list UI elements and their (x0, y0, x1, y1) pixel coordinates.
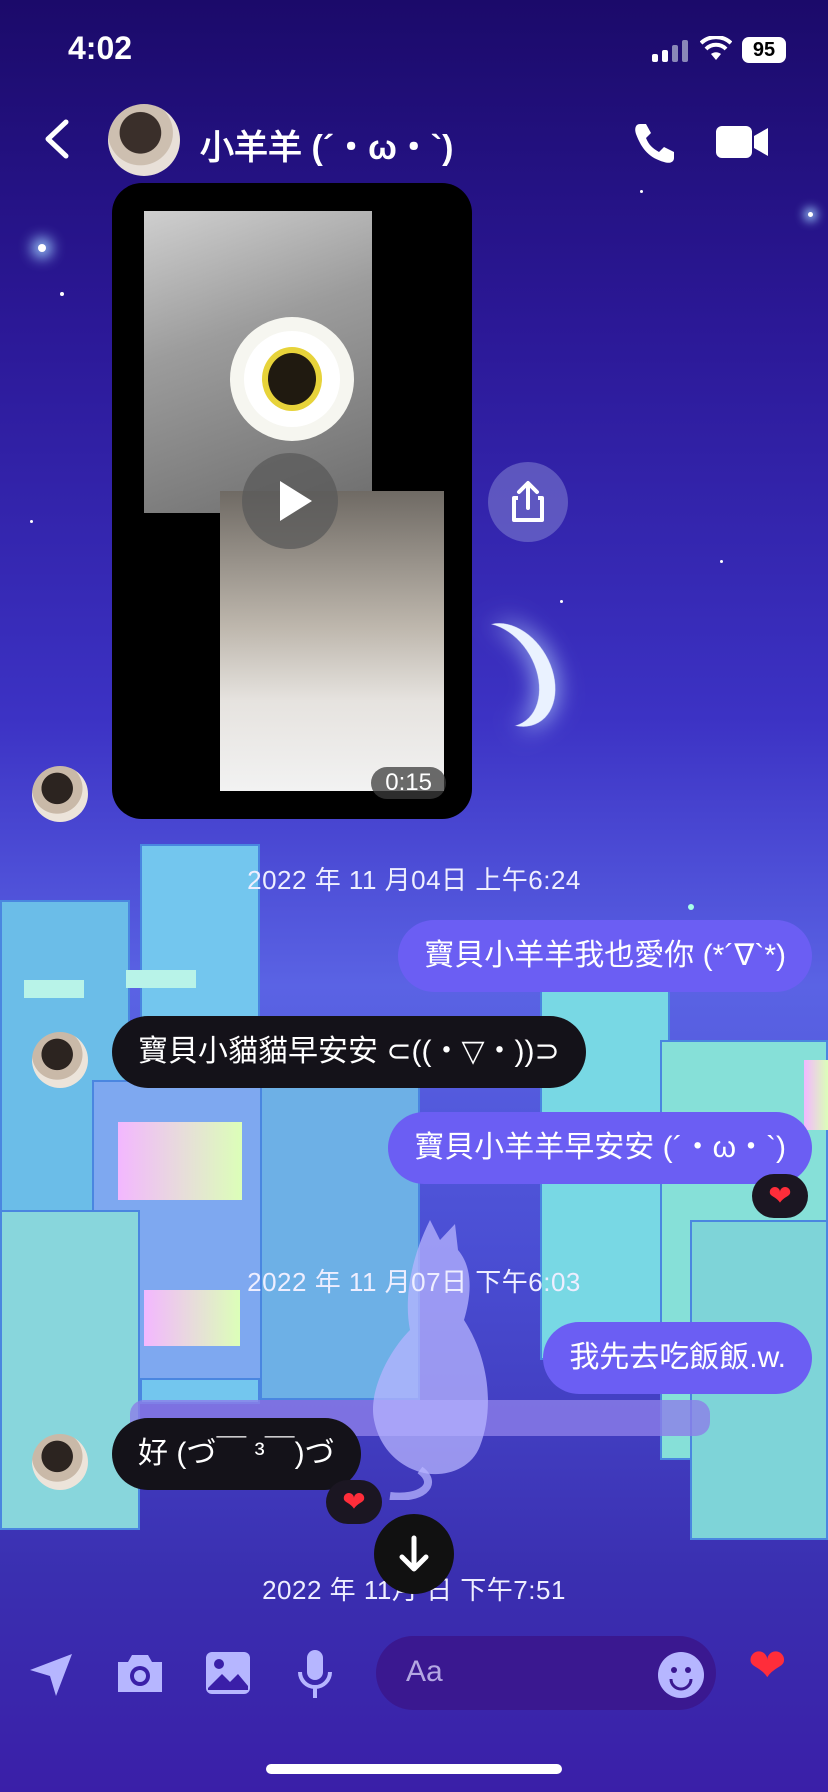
video-call-icon[interactable] (716, 124, 770, 160)
heart-reaction[interactable]: ❤ (752, 1174, 808, 1218)
message-composer: Aa ❤ (0, 1620, 828, 1740)
share-icon (512, 481, 544, 522)
outgoing-message[interactable]: 我先去吃飯飯.w. (543, 1322, 812, 1394)
video-message[interactable]: 0:15 (112, 183, 472, 819)
message-input-placeholder: Aa (406, 1655, 443, 1688)
contact-name[interactable]: 小羊羊 (´・ω・`) (200, 120, 453, 169)
video-thumbnail-bottom (220, 491, 444, 791)
camera-icon[interactable] (114, 1652, 166, 1696)
outgoing-message[interactable]: 寶貝小羊羊我也愛你 (*´∇`*) (398, 920, 812, 992)
sender-avatar[interactable] (32, 1434, 88, 1490)
status-bar: 4:02 95 (0, 0, 828, 100)
chat-header: 小羊羊 (´・ω・`) (0, 100, 828, 180)
outgoing-message[interactable]: 寶貝小羊羊早安安 (´・ω・`) (388, 1112, 812, 1184)
sender-avatar[interactable] (32, 766, 88, 822)
location-arrow-icon[interactable] (26, 1650, 76, 1700)
status-time: 4:02 (68, 30, 133, 66)
message-timestamp: 2022 年 11 月04日 上午6:24 (247, 865, 581, 895)
message-timestamp: 2022 年 11 月07日 下午6:03 (247, 1267, 581, 1297)
cellular-signal-icon (652, 40, 688, 62)
play-icon[interactable] (242, 453, 338, 549)
arrow-down-icon (399, 1535, 429, 1572)
home-indicator (266, 1764, 562, 1774)
photo-gallery-icon[interactable] (204, 1650, 252, 1696)
contact-avatar[interactable] (108, 104, 180, 176)
message-input[interactable]: Aa (376, 1636, 716, 1710)
scroll-to-bottom-button[interactable] (374, 1514, 454, 1594)
incoming-message[interactable]: 好 (づ￣ ³￣)づ (112, 1418, 361, 1490)
incoming-message[interactable]: 寶貝小貓貓早安安 ⊂((・▽・))⊃ (112, 1016, 586, 1088)
share-button[interactable] (488, 462, 568, 542)
emoji-icon[interactable] (658, 1652, 704, 1698)
phone-call-icon[interactable] (632, 120, 678, 166)
microphone-icon[interactable] (296, 1648, 334, 1700)
battery-indicator: 95 (742, 37, 786, 63)
sender-avatar[interactable] (32, 1032, 88, 1088)
cat-silhouette (372, 1220, 488, 1500)
like-heart-button[interactable]: ❤ (748, 1642, 787, 1688)
wifi-icon (700, 36, 732, 60)
video-duration: 0:15 (371, 767, 446, 799)
back-arrow-icon[interactable] (38, 114, 78, 164)
